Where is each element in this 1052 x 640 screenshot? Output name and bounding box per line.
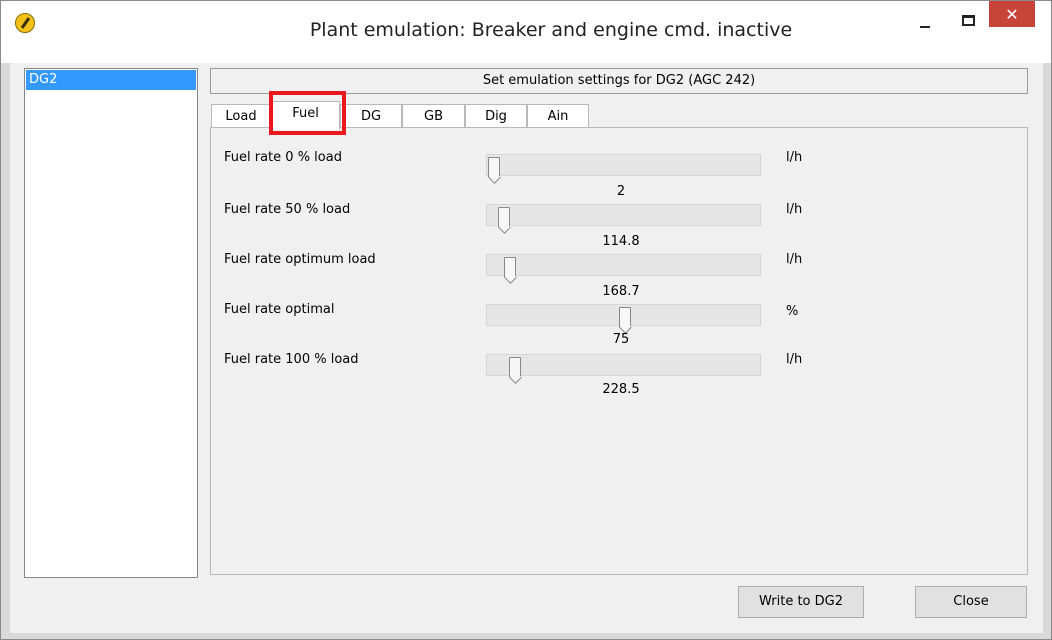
setting-unit: l/h xyxy=(786,202,803,217)
tab-dig[interactable]: Dig xyxy=(465,104,527,129)
plant-emulation-window: Plant emulation: Breaker and engine cmd.… xyxy=(0,0,1052,640)
app-icon xyxy=(15,13,35,33)
setting-value: 2 xyxy=(616,184,626,199)
fuel-rate-optimum-slider[interactable] xyxy=(486,254,761,277)
fuel-rate-50-slider[interactable] xyxy=(486,204,761,227)
setting-unit: l/h xyxy=(786,150,803,165)
setting-label: Fuel rate 50 % load xyxy=(224,202,351,217)
close-button[interactable]: Close xyxy=(915,586,1027,618)
slider-thumb[interactable] xyxy=(618,307,631,327)
settings-tabs: Load Fuel DG GB Dig Ain xyxy=(211,101,611,130)
settings-header: Set emulation settings for DG2 (AGC 242) xyxy=(210,68,1028,94)
fuel-rate-100-slider[interactable] xyxy=(486,354,761,377)
slider-thumb[interactable] xyxy=(498,207,511,227)
fuel-tab-panel: Fuel rate 0 % load 2 l/h Fuel rate 50 % … xyxy=(210,127,1028,575)
list-item-dg2[interactable]: DG2 xyxy=(26,70,196,90)
setting-label: Fuel rate 0 % load xyxy=(224,150,342,165)
slider-thumb[interactable] xyxy=(488,157,500,177)
close-icon: ✕ xyxy=(1005,4,1019,24)
tab-ain[interactable]: Ain xyxy=(527,104,589,129)
tab-gb[interactable]: GB xyxy=(402,104,465,129)
maximize-icon xyxy=(961,14,975,26)
setting-unit: l/h xyxy=(786,252,803,267)
setting-unit: % xyxy=(786,304,799,319)
write-to-dg2-button[interactable]: Write to DG2 xyxy=(738,586,864,618)
title-bar: Plant emulation: Breaker and engine cmd.… xyxy=(1,1,1051,63)
fuel-rate-optimal-slider[interactable] xyxy=(486,304,761,327)
setting-value: 168.7 xyxy=(602,284,640,299)
setting-value: 114.8 xyxy=(602,234,640,249)
maximize-button[interactable] xyxy=(954,1,982,39)
setting-label: Fuel rate optimum load xyxy=(224,252,376,267)
window-close-button[interactable]: ✕ xyxy=(989,1,1035,27)
tab-dg[interactable]: DG xyxy=(340,104,402,129)
slider-thumb[interactable] xyxy=(508,357,521,377)
setting-label: Fuel rate 100 % load xyxy=(224,352,359,367)
window-title: Plant emulation: Breaker and engine cmd.… xyxy=(309,19,793,41)
setting-value: 228.5 xyxy=(602,382,640,397)
tab-fuel[interactable]: Fuel xyxy=(271,101,340,130)
fuel-rate-0-slider[interactable] xyxy=(486,154,761,177)
minimize-button[interactable] xyxy=(911,1,939,39)
slider-thumb[interactable] xyxy=(503,257,516,277)
setting-value: 75 xyxy=(612,332,630,347)
genset-list[interactable]: DG2 xyxy=(24,68,198,578)
setting-unit: l/h xyxy=(786,352,803,367)
setting-label: Fuel rate optimal xyxy=(224,302,335,317)
minimize-icon xyxy=(920,26,930,28)
dialog-body: DG2 Set emulation settings for DG2 (AGC … xyxy=(10,63,1043,633)
tab-load[interactable]: Load xyxy=(211,104,271,129)
